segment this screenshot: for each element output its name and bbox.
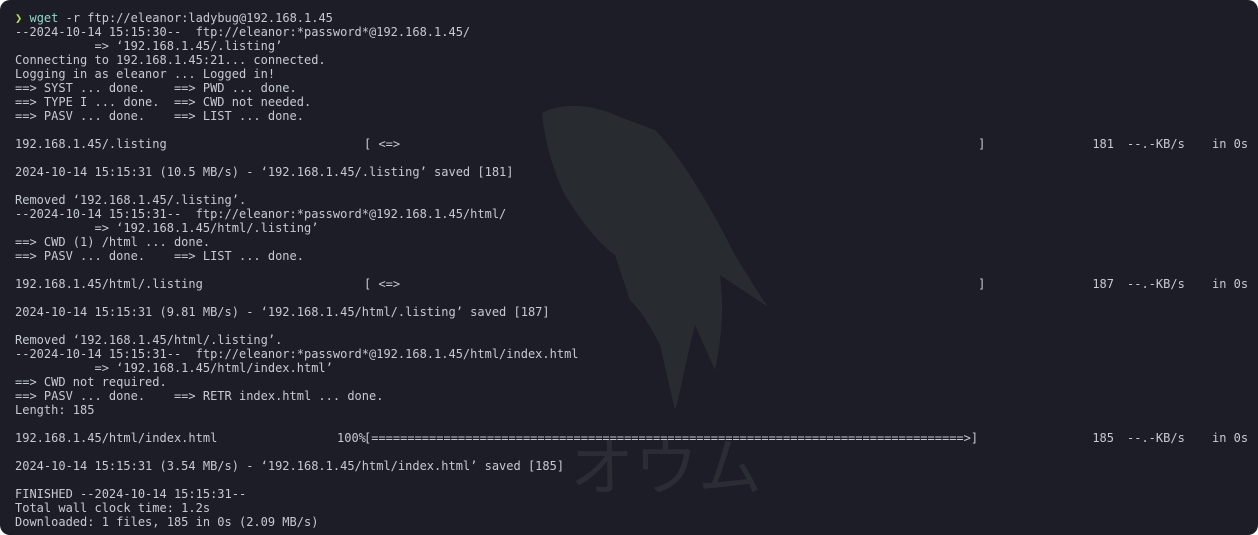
parrot-silhouette (542, 105, 768, 411)
output-line: => ‘192.168.1.45/html/.listing’ (15, 221, 319, 235)
prompt-line: ❯ wget -r ftp://eleanor:ladybug@192.168.… (15, 11, 333, 25)
command-args: -r ftp://eleanor:ladybug@192.168.1.45 (58, 11, 333, 25)
output-line: ==> SYST ... done. ==> PWD ... done. (15, 81, 297, 95)
progress-size: 181 (1092, 137, 1114, 151)
output-line: => ‘192.168.1.45/html/index.html’ (15, 361, 333, 375)
progress-rate: --.-KB/s (1127, 277, 1185, 291)
output-line: 2024-10-14 15:15:31 (3.54 MB/s) - ‘192.1… (15, 459, 565, 473)
progress-row: 192.168.1.45/html/index.html 100% [=====… (15, 431, 1258, 445)
progress-bar: [=======================================… (364, 431, 979, 445)
prompt-arrow-icon: ❯ (15, 11, 23, 25)
output-line: ==> PASV ... done. ==> LIST ... done. (15, 109, 304, 123)
progress-bar: [ <=> ] (364, 137, 986, 151)
output-line: ==> TYPE I ... done. ==> CWD not needed. (15, 95, 312, 109)
output-line: 2024-10-14 15:15:31 (10.5 MB/s) - ‘192.1… (15, 165, 514, 179)
output-line: Connecting to 192.168.1.45:21... connect… (15, 53, 326, 67)
output-line: Logging in as eleanor ... Logged in! (15, 67, 276, 81)
output-line: Removed ‘192.168.1.45/html/.listing’. (15, 333, 283, 347)
output-line: ==> CWD not required. (15, 375, 167, 389)
output-line: Removed ‘192.168.1.45/.listing’. (15, 193, 247, 207)
output-line: Length: 185 (15, 403, 95, 417)
command-name: wget (29, 11, 59, 25)
output-line: ==> PASV ... done. ==> RETR index.html .… (15, 389, 384, 403)
progress-row: 192.168.1.45/.listing [ <=> ] 181 --.-KB… (15, 137, 1258, 151)
progress-filename: 192.168.1.45/html/.listing (15, 277, 203, 291)
progress-filename: 192.168.1.45/html/index.html (15, 431, 218, 445)
progress-percent: 100% (337, 431, 366, 445)
output-line: Downloaded: 1 files, 185 in 0s (2.09 MB/… (15, 515, 319, 529)
output-line: --2024-10-14 15:15:31-- ftp://eleanor:*p… (15, 207, 507, 221)
progress-eta: in 0s (1212, 431, 1249, 445)
progress-rate: --.-KB/s (1127, 137, 1185, 151)
output-line: => ‘192.168.1.45/.listing’ (15, 39, 283, 53)
output-line: --2024-10-14 15:15:30-- ftp://eleanor:*p… (15, 25, 471, 39)
parrot-watermark: オウム (542, 105, 768, 506)
output-line: FINISHED --2024-10-14 15:15:31-- (15, 487, 247, 501)
output-line: --2024-10-14 15:15:31-- ftp://eleanor:*p… (15, 347, 579, 361)
output-line: 2024-10-14 15:15:31 (9.81 MB/s) - ‘192.1… (15, 305, 550, 319)
output-line: ==> CWD (1) /html ... done. (15, 235, 211, 249)
progress-row: 192.168.1.45/html/.listing [ <=> ] 187 -… (15, 277, 1258, 291)
progress-filename: 192.168.1.45/.listing (15, 137, 167, 151)
terminal-window[interactable]: オウム ❯ wget -r ftp://eleanor:ladybug@192.… (0, 0, 1258, 535)
progress-rate: --.-KB/s (1127, 431, 1185, 445)
progress-bar: [ <=> ] (364, 277, 986, 291)
progress-eta: in 0s (1212, 137, 1249, 151)
output-line: ==> PASV ... done. ==> LIST ... done. (15, 249, 304, 263)
output-line: Total wall clock time: 1.2s (15, 501, 211, 515)
progress-size: 185 (1092, 431, 1114, 445)
progress-size: 187 (1092, 277, 1114, 291)
progress-eta: in 0s (1212, 277, 1249, 291)
